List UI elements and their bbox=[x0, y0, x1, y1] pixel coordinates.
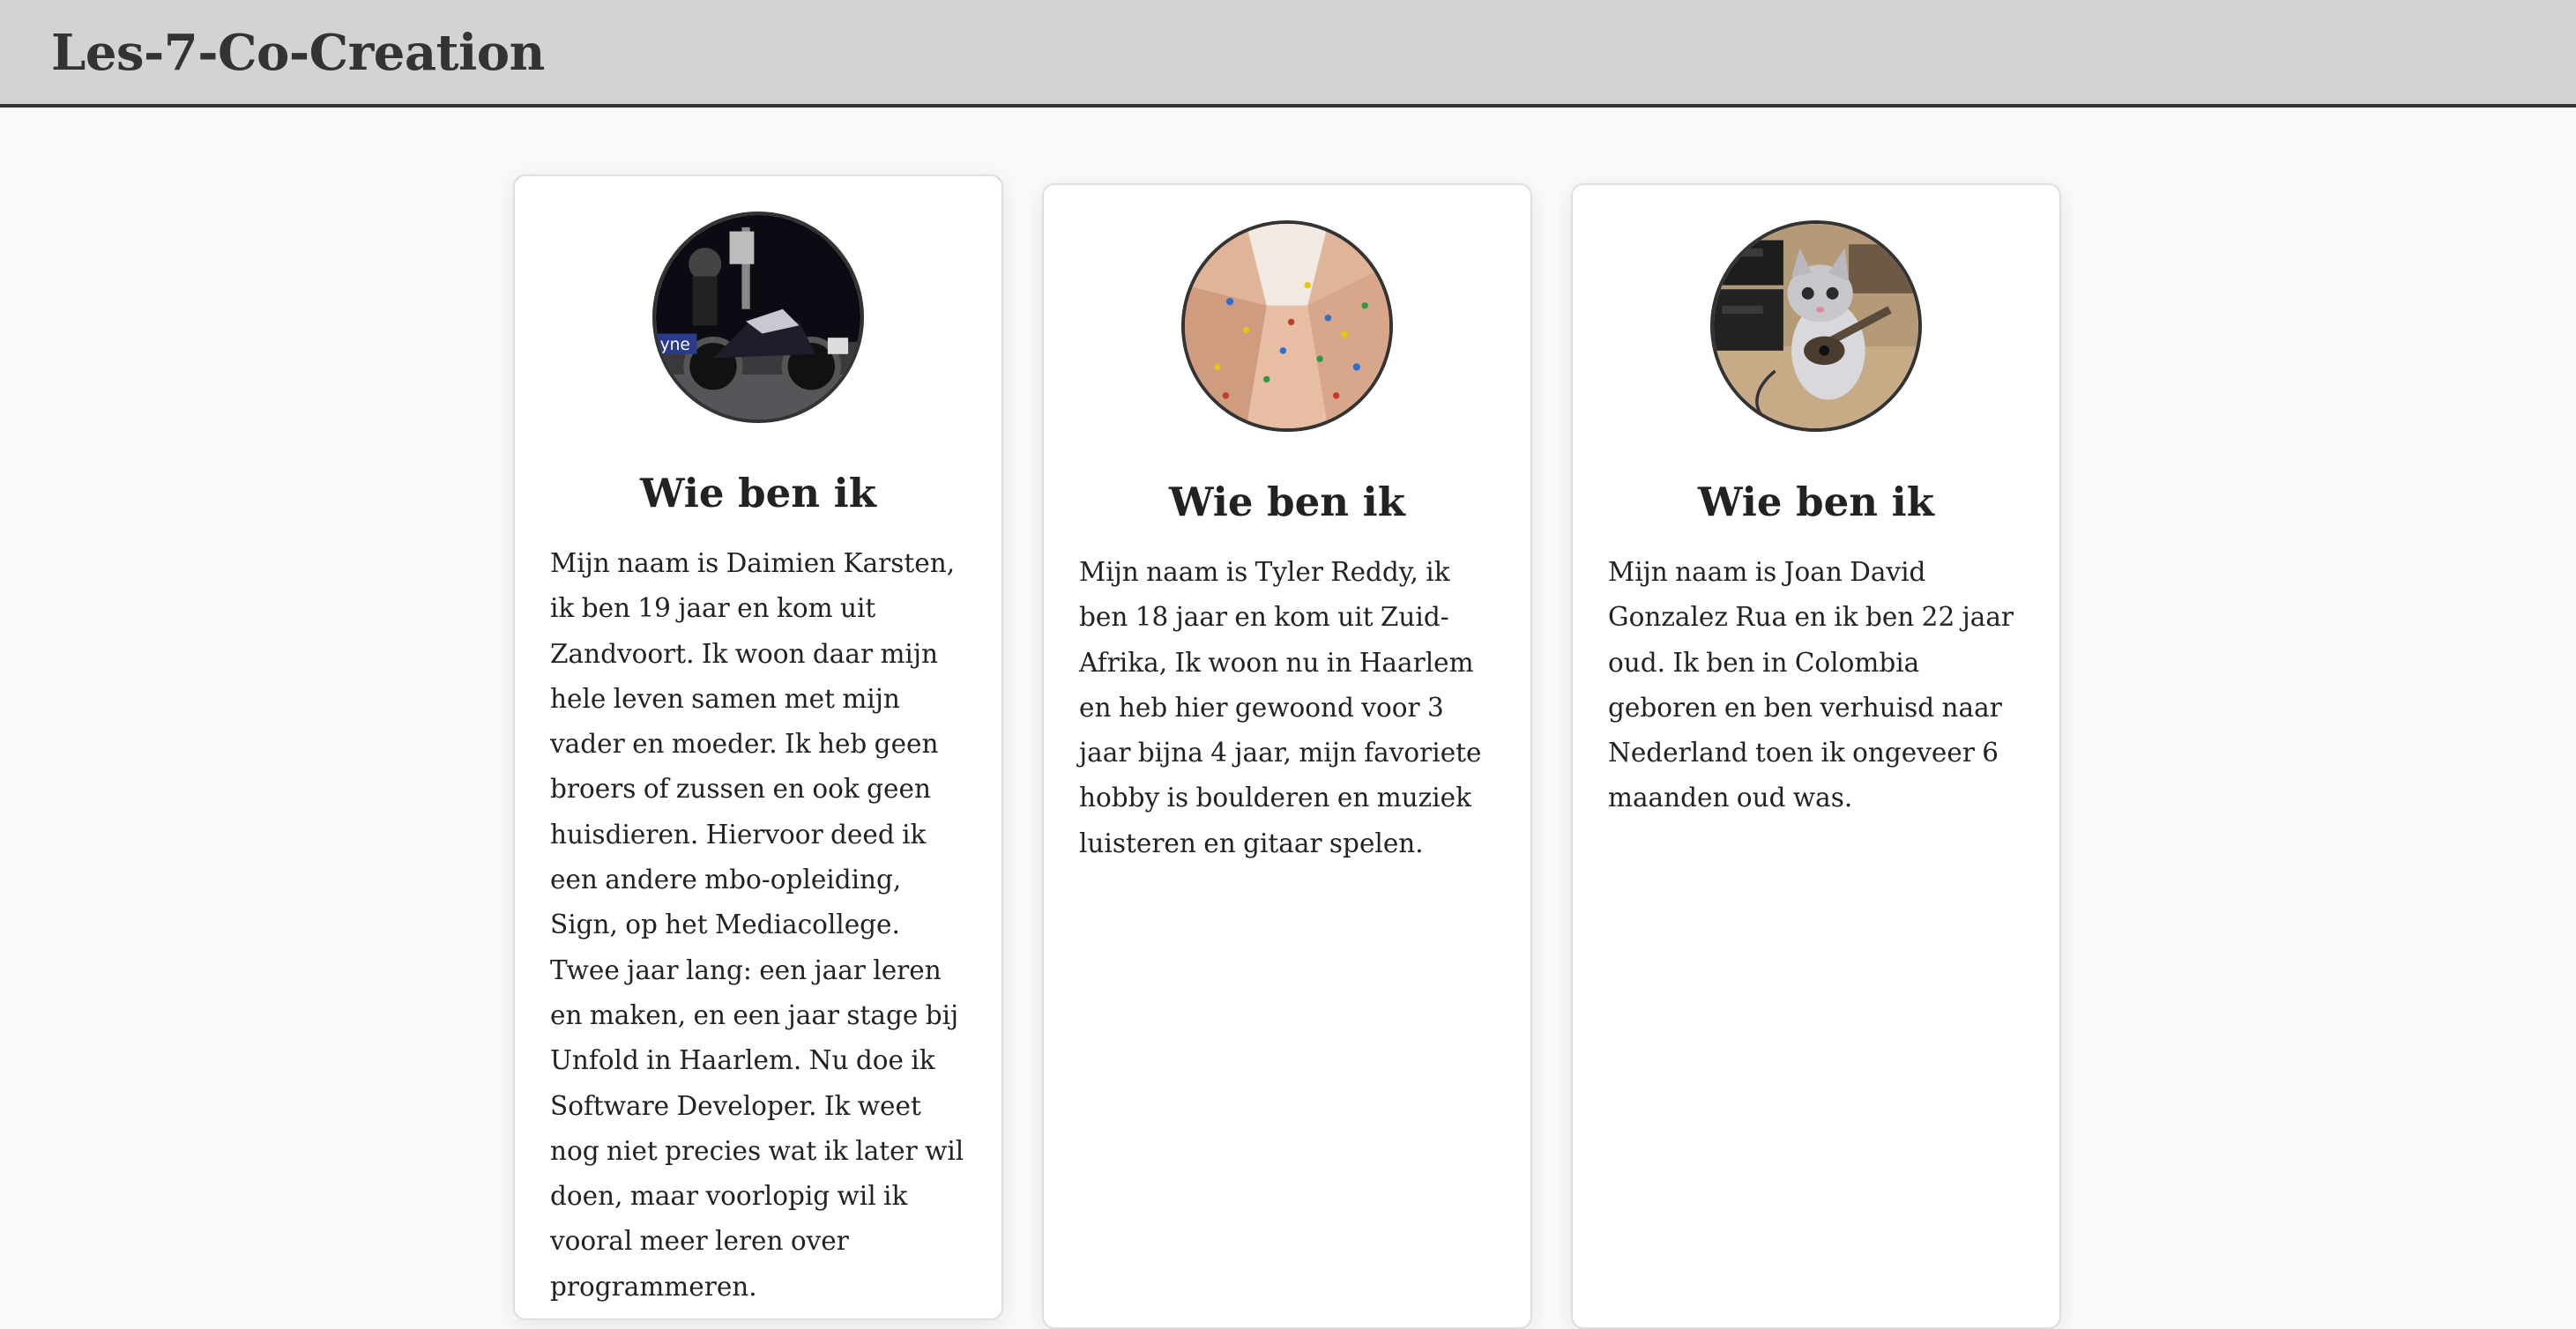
site-title: Les-7-Co-Creation bbox=[51, 24, 545, 82]
card-text: Mijn naam is Tyler Reddy, ik ben 18 jaar… bbox=[1079, 557, 1482, 858]
card-heading: Wie ben ik bbox=[1169, 479, 1405, 525]
avatar bbox=[1710, 220, 1922, 432]
profile-card-3: Wie ben ik Mijn naam is Joan David Gonza… bbox=[1571, 183, 2061, 1329]
kitten-guitar-photo-icon bbox=[1714, 224, 1918, 428]
avatar: yne bbox=[652, 212, 864, 423]
avatar bbox=[1181, 220, 1393, 432]
card-text: Mijn naam is Daimien Karsten, ik ben 19 … bbox=[550, 548, 964, 1302]
top-header: Les-7-Co-Creation bbox=[0, 0, 2576, 108]
motorcycle-photo-icon: yne bbox=[656, 215, 860, 419]
profile-card-1: yne Wie ben ik Mijn naam is Daimien Kars… bbox=[513, 174, 1003, 1320]
climbing-wall-photo-icon bbox=[1185, 224, 1389, 428]
card-heading: Wie ben ik bbox=[1698, 479, 1934, 525]
card-text: Mijn naam is Joan David Gonzalez Rua en … bbox=[1608, 557, 2014, 813]
card-heading: Wie ben ik bbox=[640, 470, 876, 516]
profile-card-2: Wie ben ik Mijn naam is Tyler Reddy, ik … bbox=[1042, 183, 1532, 1329]
svg-text:yne: yne bbox=[660, 336, 690, 354]
